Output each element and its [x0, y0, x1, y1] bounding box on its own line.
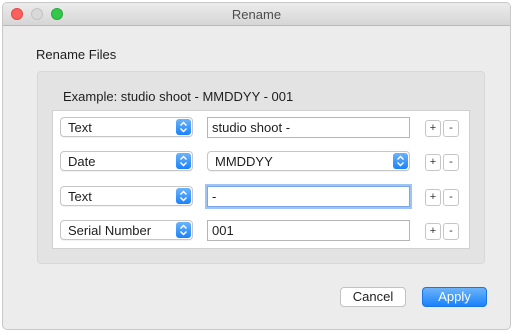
row3-type-label: Text: [68, 189, 92, 204]
row3-remove-button[interactable]: -: [443, 189, 459, 206]
row1-text-input[interactable]: [208, 118, 409, 137]
row4-text-input[interactable]: [208, 221, 409, 240]
row2-date-format-label: MMDDYY: [215, 154, 273, 169]
row2-add-button[interactable]: +: [425, 154, 441, 171]
row4-add-button[interactable]: +: [425, 223, 441, 240]
chevron-updown-icon: [393, 153, 408, 169]
row2-date-format-popup[interactable]: MMDDYY: [207, 151, 410, 171]
row2-type-label: Date: [68, 154, 96, 169]
chevron-updown-icon: [176, 222, 191, 238]
row1-text-field[interactable]: [207, 117, 410, 138]
chevron-updown-icon: [176, 119, 191, 135]
row3-text-field[interactable]: [207, 186, 410, 207]
row4-text-field[interactable]: [207, 220, 410, 241]
title-bar: Rename: [3, 3, 510, 26]
row4-type-popup[interactable]: Serial Number: [60, 220, 193, 240]
row4-type-label: Serial Number: [68, 223, 152, 238]
row1-type-popup[interactable]: Text: [60, 117, 193, 137]
row3-add-button[interactable]: +: [425, 189, 441, 206]
example-label: Example: studio shoot - MMDDYY - 001: [63, 89, 294, 104]
chevron-updown-icon: [176, 188, 191, 204]
apply-button[interactable]: Apply: [422, 287, 487, 307]
rename-files-heading: Rename Files: [36, 47, 117, 62]
row1-remove-button[interactable]: -: [443, 120, 459, 137]
window-title: Rename: [231, 7, 282, 22]
cancel-button[interactable]: Cancel: [340, 287, 406, 307]
row1-type-label: Text: [68, 120, 92, 135]
row1-add-button[interactable]: +: [425, 120, 441, 137]
chevron-updown-icon: [176, 153, 191, 169]
row2-remove-button[interactable]: -: [443, 154, 459, 171]
row2-type-popup[interactable]: Date: [60, 151, 193, 171]
row3-type-popup[interactable]: Text: [60, 186, 193, 206]
row4-remove-button[interactable]: -: [443, 223, 459, 240]
row3-text-input[interactable]: [208, 187, 409, 206]
